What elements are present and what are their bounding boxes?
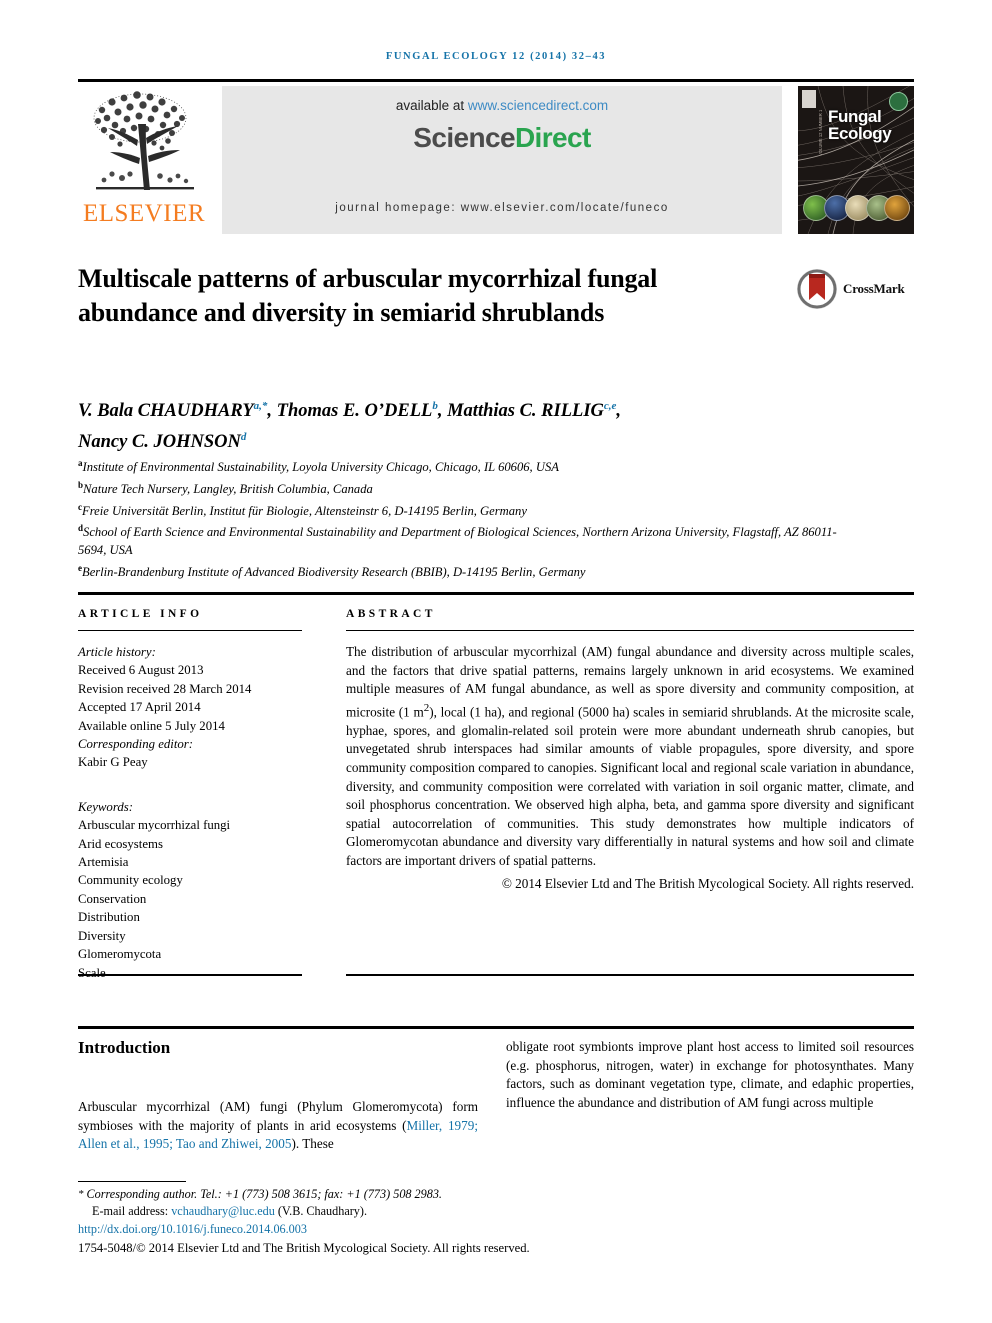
page-title: Multiscale patterns of arbuscular mycorr… bbox=[78, 264, 658, 327]
affiliation-item: aInstitute of Environmental Sustainabili… bbox=[78, 455, 838, 477]
abstract-divider bbox=[346, 630, 914, 631]
footnote-rule bbox=[78, 1181, 186, 1182]
article-history: Article history: Received 6 August 2013 … bbox=[78, 643, 302, 772]
keyword-item: Arbuscular mycorrhizal fungi bbox=[78, 818, 231, 833]
abstract-bottom-rule bbox=[346, 974, 914, 976]
keyword-item: Scale bbox=[78, 965, 106, 980]
crossmark-icon bbox=[797, 269, 837, 309]
keyword-item: Community ecology bbox=[78, 873, 183, 888]
journal-cover-thumbnail: VOLUME 12 NUMBER 1 FEBRUARY 2014 Fungal … bbox=[798, 86, 914, 234]
corresponding-editor-name: Kabir G Peay bbox=[78, 755, 148, 770]
introduction-right-column: obligate root symbionts improve plant ho… bbox=[506, 1039, 914, 1110]
affiliation-list: aInstitute of Environmental Sustainabili… bbox=[78, 455, 838, 582]
article-info-divider bbox=[78, 630, 302, 631]
author-3: , Matthias C. RILLIG bbox=[437, 401, 604, 422]
cover-thumb-5 bbox=[884, 195, 910, 221]
sciencedirect-url-link[interactable]: www.sciencedirect.com bbox=[468, 98, 608, 113]
affiliation-text-e: Berlin-Brandenburg Institute of Advanced… bbox=[82, 564, 586, 579]
corresponding-author-text: Corresponding author. Tel.: +1 (773) 508… bbox=[86, 1187, 442, 1201]
keywords-label: Keywords: bbox=[78, 799, 133, 814]
keyword-list: Keywords: Arbuscular mycorrhizal fungi A… bbox=[78, 798, 302, 982]
history-online: Available online 5 July 2014 bbox=[78, 718, 225, 733]
author-1: V. Bala CHAUDHARY bbox=[78, 401, 254, 422]
affiliation-item: dSchool of Earth Science and Environment… bbox=[78, 520, 838, 559]
cover-title: Fungal Ecology bbox=[828, 107, 892, 143]
history-received: Received 6 August 2013 bbox=[78, 663, 204, 678]
available-at-line: available at www.sciencedirect.com bbox=[222, 98, 782, 113]
paper-page: FUNGAL ECOLOGY 12 (2014) 32–43 ELSEVIER … bbox=[0, 0, 992, 1323]
affiliation-text-d: School of Earth Science and Environmenta… bbox=[78, 525, 837, 558]
cover-title-line1: Fungal bbox=[828, 107, 882, 126]
corresponding-author-note: * Corresponding author. Tel.: +1 (773) 5… bbox=[78, 1186, 678, 1203]
sciencedirect-logo[interactable]: ScienceDirect bbox=[222, 122, 782, 154]
article-info-heading: ARTICLE INFO bbox=[78, 608, 203, 620]
cover-specimen-thumbnails bbox=[803, 195, 910, 221]
email-label: E-mail address: bbox=[92, 1204, 172, 1219]
affiliation-text-a: Institute of Environmental Sustainabilit… bbox=[82, 460, 559, 475]
author-4-affiliation-marker[interactable]: d bbox=[241, 431, 247, 443]
article-info-bottom-rule bbox=[78, 974, 302, 976]
abstract-column: ABSTRACT The distribution of arbuscular … bbox=[346, 608, 914, 893]
issn-copyright-line: 1754-5048/© 2014 Elsevier Ltd and The Br… bbox=[78, 1240, 530, 1255]
affiliation-item: bNature Tech Nursery, Langley, British C… bbox=[78, 477, 838, 499]
bms-badge-icon bbox=[889, 92, 908, 111]
abstract-body: The distribution of arbuscular mycorrhiz… bbox=[346, 643, 914, 871]
introduction-text-part-2: ). These bbox=[291, 1136, 334, 1152]
masthead: ELSEVIER available at www.sciencedirect.… bbox=[78, 86, 914, 234]
abstract-part-2: ), local (1 ha), and regional (5000 ha) … bbox=[346, 704, 914, 868]
cover-title-line2: Ecology bbox=[828, 124, 892, 143]
affiliation-text-b: Nature Tech Nursery, Langley, British Co… bbox=[83, 481, 373, 496]
available-at-label: available at bbox=[395, 98, 468, 113]
email-line: E-mail address: vchaudhary@luc.edu (V.B.… bbox=[78, 1203, 678, 1220]
author-separator: , bbox=[616, 401, 622, 422]
page-footer: * Corresponding author. Tel.: +1 (773) 5… bbox=[78, 1186, 678, 1257]
keyword-item: Conservation bbox=[78, 891, 147, 906]
elsevier-wordmark: ELSEVIER bbox=[82, 200, 206, 227]
history-revised: Revision received 28 March 2014 bbox=[78, 681, 252, 696]
article-info-column: ARTICLE INFO Article history: Received 6… bbox=[78, 608, 302, 982]
crossmark-badge[interactable]: CrossMark bbox=[796, 268, 914, 312]
elsevier-mark-icon bbox=[802, 90, 816, 108]
introduction-top-rule bbox=[78, 1026, 914, 1029]
running-head-text: FUNGAL ECOLOGY 12 (2014) 32–43 bbox=[385, 51, 607, 62]
crossmark-label: CrossMark bbox=[843, 281, 905, 296]
introduction-left-column: Arbuscular mycorrhizal (AM) fungi (Phylu… bbox=[78, 1098, 478, 1154]
history-accepted: Accepted 17 April 2014 bbox=[78, 700, 201, 715]
abstract-copyright: © 2014 Elsevier Ltd and The British Myco… bbox=[501, 875, 914, 891]
affiliation-item: cFreie Universität Berlin, Institut für … bbox=[78, 499, 838, 521]
keyword-item: Artemisia bbox=[78, 855, 129, 870]
email-link[interactable]: vchaudhary@luc.edu bbox=[171, 1204, 275, 1218]
keyword-item: Distribution bbox=[78, 910, 140, 925]
article-history-label: Article history: bbox=[78, 645, 156, 659]
author-4: Nancy C. JOHNSON bbox=[78, 432, 241, 453]
keyword-item: Glomeromycota bbox=[78, 947, 162, 962]
author-1-affiliation-marker[interactable]: a,* bbox=[254, 400, 268, 412]
corresponding-author-asterisk: * bbox=[78, 1188, 84, 1200]
elsevier-tree-icon bbox=[93, 91, 194, 190]
email-suffix: (V.B. Chaudhary). bbox=[274, 1204, 367, 1219]
sciencedirect-logo-science: Science bbox=[413, 122, 515, 153]
cover-spine-text: VOLUME 12 NUMBER 1 FEBRUARY 2014 bbox=[818, 110, 823, 156]
elsevier-logo: ELSEVIER bbox=[78, 86, 210, 234]
affiliation-item: eBerlin-Brandenburg Institute of Advance… bbox=[78, 560, 838, 582]
keyword-item: Arid ecosystems bbox=[78, 836, 163, 851]
author-3-affiliation-marker[interactable]: c,e bbox=[604, 400, 617, 412]
introduction-heading: Introduction bbox=[78, 1038, 171, 1057]
running-head: FUNGAL ECOLOGY 12 (2014) 32–43 bbox=[78, 50, 914, 62]
info-section-top-rule bbox=[78, 592, 914, 595]
sciencedirect-logo-direct: Direct bbox=[514, 122, 591, 153]
keyword-item: Diversity bbox=[78, 928, 126, 943]
sciencedirect-panel: available at www.sciencedirect.com Scien… bbox=[222, 86, 782, 234]
doi-link[interactable]: http://dx.doi.org/10.1016/j.funeco.2014.… bbox=[78, 1221, 678, 1238]
affiliation-text-c: Freie Universität Berlin, Institut für B… bbox=[82, 503, 527, 518]
abstract-heading: ABSTRACT bbox=[346, 608, 436, 620]
author-list: V. Bala CHAUDHARYa,*, Thomas E. O’DELLb,… bbox=[78, 393, 798, 455]
corresponding-editor-label: Corresponding editor: bbox=[78, 737, 194, 752]
journal-homepage-line[interactable]: journal homepage: www.elsevier.com/locat… bbox=[222, 202, 782, 214]
masthead-top-rule bbox=[78, 79, 914, 82]
author-2: , Thomas E. O’DELL bbox=[267, 401, 433, 422]
